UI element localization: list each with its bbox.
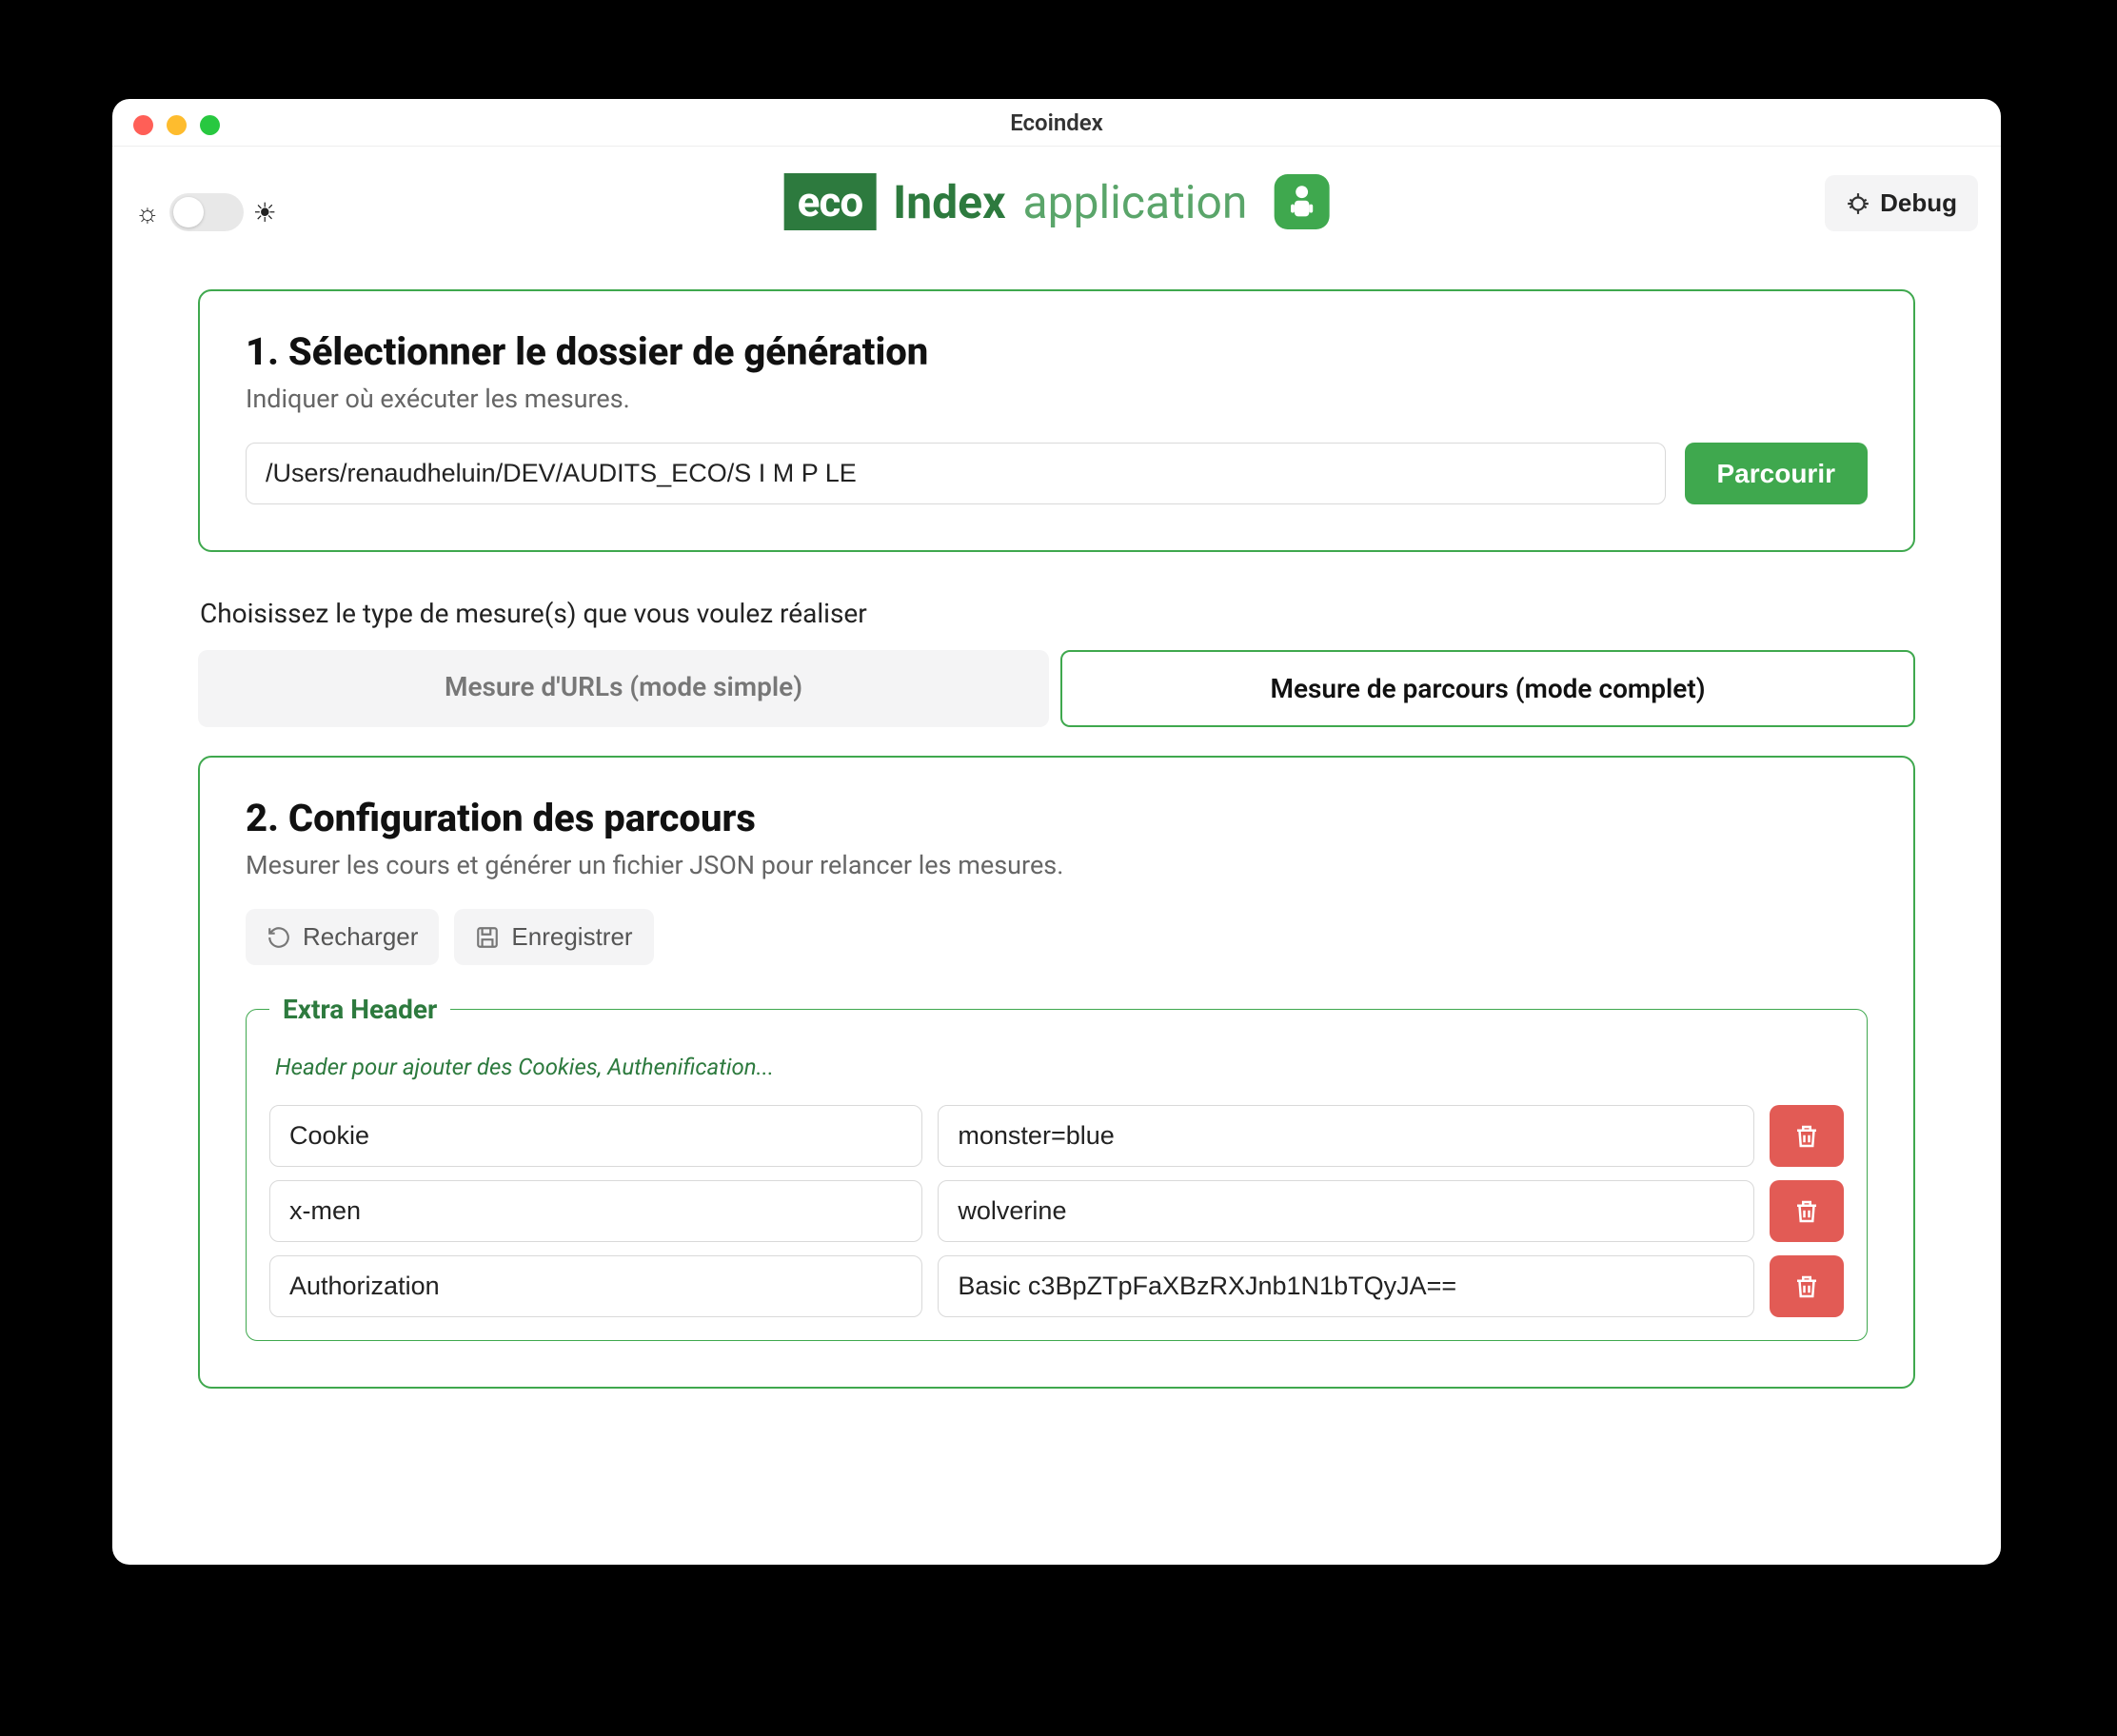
debug-button-label: Debug: [1880, 188, 1957, 218]
save-icon: [475, 925, 500, 950]
app-window: Ecoindex ☼ ☀ eco Index application D: [112, 99, 2001, 1565]
header-row: [269, 1180, 1844, 1242]
trash-icon: [1792, 1122, 1821, 1151]
delete-header-button[interactable]: [1770, 1180, 1844, 1242]
save-button[interactable]: Enregistrer: [454, 909, 653, 965]
titlebar: Ecoindex: [112, 99, 2001, 147]
app-logo: eco Index application: [784, 173, 1330, 230]
header-row: [269, 1255, 1844, 1317]
debug-button[interactable]: Debug: [1825, 175, 1978, 231]
logo-eco-badge: eco: [784, 173, 877, 230]
header-key-input[interactable]: [269, 1180, 922, 1242]
theme-toggle[interactable]: [169, 193, 244, 231]
header-rows: [269, 1105, 1844, 1317]
step2-toolbar: Recharger Enregistrer: [246, 909, 1868, 965]
generation-folder-input[interactable]: [246, 443, 1666, 504]
logo-application-text: application: [1022, 175, 1247, 229]
reload-button[interactable]: Recharger: [246, 909, 439, 965]
logo-index-text: Index: [893, 175, 1005, 229]
reload-button-label: Recharger: [303, 922, 418, 952]
traffic-lights: [133, 115, 220, 135]
topbar: ☼ ☀ eco Index application Debug: [112, 147, 2001, 261]
trash-icon: [1792, 1197, 1821, 1226]
tab-simple-mode[interactable]: Mesure d'URLs (mode simple): [198, 650, 1049, 727]
step1-subtitle: Indiquer où exécuter les mesures.: [246, 384, 1868, 414]
header-value-input[interactable]: [938, 1105, 1754, 1167]
toggle-knob: [173, 197, 204, 227]
extra-header-hint: Header pour ajouter des Cookies, Autheni…: [275, 1054, 1844, 1080]
window-minimize-button[interactable]: [167, 115, 187, 135]
window-title: Ecoindex: [1010, 109, 1103, 136]
header-value-input[interactable]: [938, 1255, 1754, 1317]
step1-card: 1. Sélectionner le dossier de génération…: [198, 289, 1915, 552]
window-maximize-button[interactable]: [200, 115, 220, 135]
main: 1. Sélectionner le dossier de génération…: [112, 261, 2001, 1389]
robot-icon: [1274, 174, 1329, 229]
delete-header-button[interactable]: [1770, 1255, 1844, 1317]
sun-bright-icon: ☀: [253, 197, 277, 228]
header-key-input[interactable]: [269, 1105, 922, 1167]
step1-title: 1. Sélectionner le dossier de génération: [246, 329, 1868, 374]
header-key-input[interactable]: [269, 1255, 922, 1317]
step2-card: 2. Configuration des parcours Mesurer le…: [198, 756, 1915, 1389]
bug-icon: [1846, 191, 1870, 216]
browse-button[interactable]: Parcourir: [1685, 443, 1869, 504]
extra-header-fieldset: Extra Header Header pour ajouter des Coo…: [246, 994, 1868, 1341]
sun-icon: ☼: [135, 197, 160, 228]
step2-title: 2. Configuration des parcours: [246, 796, 1868, 840]
measure-type-prompt: Choisissez le type de mesure(s) que vous…: [200, 598, 1915, 629]
delete-header-button[interactable]: [1770, 1105, 1844, 1167]
content-area: ☼ ☀ eco Index application Debug: [112, 147, 2001, 1565]
header-row: [269, 1105, 1844, 1167]
measure-tabs: Mesure d'URLs (mode simple) Mesure de pa…: [198, 650, 1915, 727]
step2-subtitle: Mesurer les cours et générer un fichier …: [246, 850, 1868, 880]
trash-icon: [1792, 1272, 1821, 1301]
header-value-input[interactable]: [938, 1180, 1754, 1242]
extra-header-legend: Extra Header: [269, 994, 450, 1025]
tab-full-mode[interactable]: Mesure de parcours (mode complet): [1060, 650, 1915, 727]
reload-icon: [267, 925, 291, 950]
save-button-label: Enregistrer: [511, 922, 632, 952]
window-close-button[interactable]: [133, 115, 153, 135]
theme-controls: ☼ ☀: [135, 193, 277, 231]
